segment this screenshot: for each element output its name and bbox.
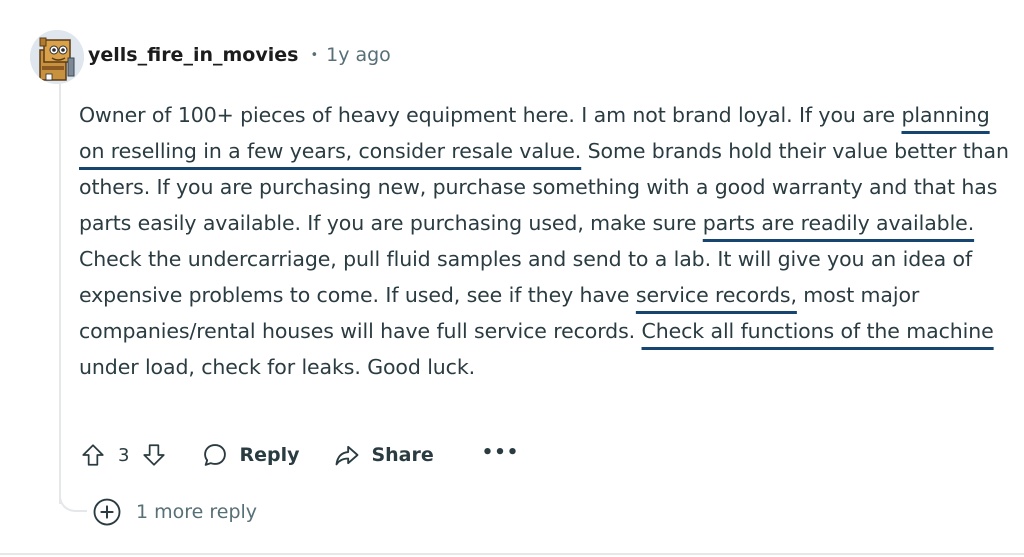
avatar[interactable]	[30, 30, 84, 84]
underlined-phrase: parts are readily available.	[702, 211, 975, 235]
reply-button[interactable]: Reply	[201, 441, 299, 469]
comment-body: Owner of 100+ pieces of heavy equipment …	[79, 97, 1009, 385]
comment-age[interactable]: 1y ago	[326, 44, 391, 66]
more-replies-label: 1 more reply	[136, 501, 258, 523]
speech-bubble-icon	[201, 441, 229, 469]
share-button[interactable]: Share	[333, 441, 434, 469]
more-replies-button[interactable]: 1 more reply	[92, 496, 257, 528]
body-segment: under load, check for leaks. Good luck.	[79, 355, 476, 379]
arrow-up-outline-icon[interactable]	[80, 442, 106, 468]
plus-circle-icon	[92, 497, 122, 527]
share-label: Share	[371, 444, 434, 466]
meta-separator: •	[310, 47, 319, 63]
underlined-phrase: service records,	[635, 283, 797, 307]
vote-count: 3	[118, 444, 130, 466]
reply-label: Reply	[239, 444, 300, 466]
body-segment: Owner of 100+ pieces of heavy equipment …	[79, 103, 902, 127]
divider	[0, 553, 1024, 555]
arrow-down-outline-icon[interactable]	[141, 442, 167, 468]
underlined-phrase: Check all functions of the machine	[641, 319, 994, 343]
comment: yells_fire_in_movies • 1y ago Owner of 1…	[0, 0, 1024, 557]
thread-connector	[59, 488, 87, 512]
share-arrow-icon	[333, 441, 361, 469]
author-username[interactable]: yells_fire_in_movies	[88, 44, 298, 66]
more-options-button[interactable]: •••	[482, 442, 520, 463]
comment-header: yells_fire_in_movies • 1y ago	[30, 30, 391, 84]
thread-line[interactable]	[59, 84, 61, 504]
comment-actions: 3 Reply Share •••	[80, 436, 519, 474]
